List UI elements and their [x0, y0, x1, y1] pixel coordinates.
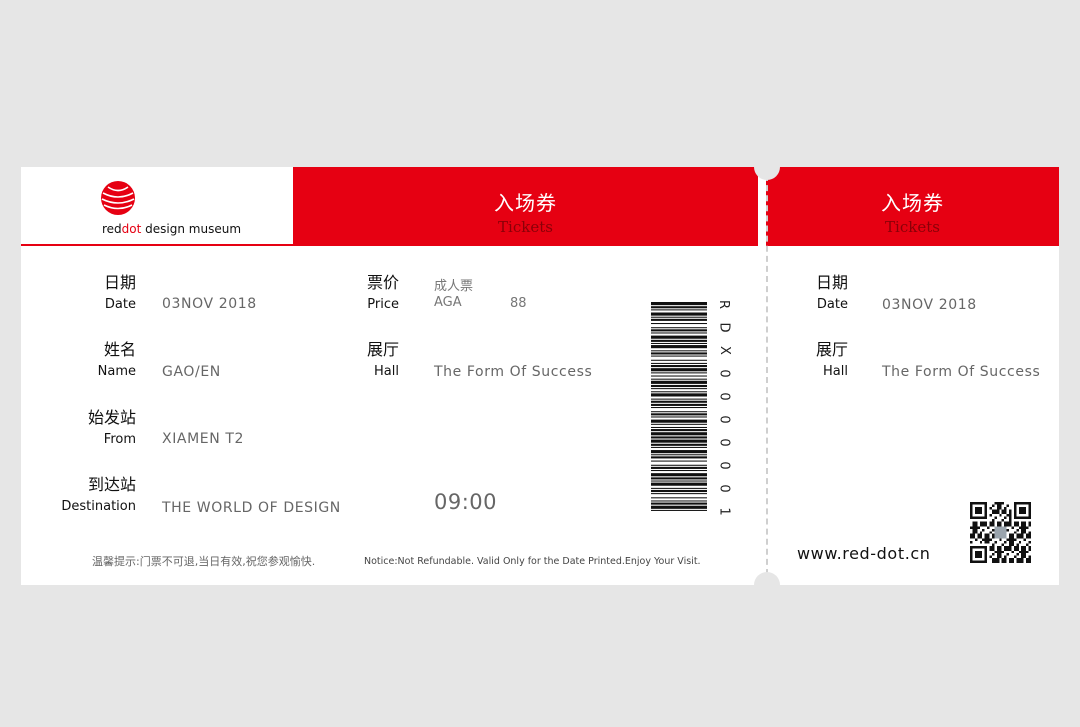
- serial-char: R: [716, 299, 732, 310]
- logo-area: reddot design museum: [21, 167, 293, 246]
- price-code: AGA: [434, 295, 462, 310]
- ticket-header: 入场券 Tickets: [293, 167, 758, 246]
- name-label: 姓名 Name: [97, 340, 136, 379]
- serial-char: 0: [716, 392, 732, 401]
- name-value: GAO/EN: [162, 364, 221, 380]
- date-value: 03NOV 2018: [162, 296, 257, 312]
- ticket-subtitle: Tickets: [498, 218, 553, 236]
- barcode-icon: [651, 302, 707, 511]
- notice-english: Notice:Not Refundable. Valid Only for th…: [364, 556, 701, 567]
- hall-label: 展厅 Hall: [366, 340, 399, 379]
- date-label: 日期 Date: [103, 273, 136, 312]
- stub-header: 入场券 Tickets: [766, 167, 1059, 246]
- perforation-line: [766, 175, 768, 575]
- serial-number: R D X 0 0 0 0 0 0 1: [716, 298, 732, 518]
- stub-date-value: 03NOV 2018: [882, 297, 977, 313]
- website-link[interactable]: www.red-dot.cn: [797, 544, 931, 563]
- reddot-logo-icon: [101, 181, 135, 215]
- from-value: XIAMEN T2: [162, 431, 245, 447]
- serial-char: 0: [716, 484, 732, 493]
- serial-char: 0: [716, 438, 732, 447]
- hall-value: The Form Of Success: [434, 364, 593, 380]
- price-type: 成人票: [434, 279, 474, 294]
- serial-char: 0: [716, 461, 732, 470]
- price-label: 票价 Price: [366, 273, 399, 312]
- stub-date-label: 日期 Date: [815, 273, 848, 312]
- stub-subtitle: Tickets: [885, 218, 940, 236]
- stub-hall-value: The Form Of Success: [882, 364, 1041, 380]
- destination-label: 到达站 Destination: [61, 475, 136, 514]
- serial-char: D: [716, 322, 732, 333]
- serial-char: 0: [716, 369, 732, 378]
- notice-chinese: 温馨提示:门票不可退,当日有效,祝您参观愉快.: [92, 555, 316, 568]
- qr-code-icon: [970, 502, 1031, 563]
- serial-char: X: [716, 346, 732, 355]
- ticket-title: 入场券: [494, 191, 557, 215]
- from-label: 始发站 From: [87, 408, 136, 447]
- brand-name: reddot design museum: [102, 222, 242, 236]
- destination-value: THE WORLD OF DESIGN: [162, 500, 341, 516]
- entry-time: 09:00: [434, 490, 498, 514]
- stub-hall-label: 展厅 Hall: [815, 340, 848, 379]
- serial-char: 1: [716, 507, 732, 516]
- stub-title: 入场券: [881, 191, 944, 215]
- ticket: reddot design museum 入场券 Tickets 入场券 Tic…: [21, 167, 1059, 585]
- perforation-notch-bottom: [754, 572, 780, 585]
- price-amount: 88: [510, 296, 527, 311]
- serial-char: 0: [716, 415, 732, 424]
